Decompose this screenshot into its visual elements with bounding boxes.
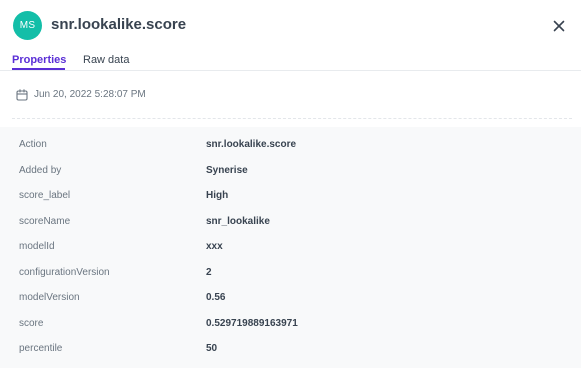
page-title: snr.lookalike.score <box>51 16 187 33</box>
property-value: 2 <box>206 266 212 278</box>
property-row: modelId xxx <box>0 235 581 260</box>
property-row: Action snr.lookalike.score <box>0 133 581 158</box>
close-button[interactable] <box>548 15 570 37</box>
active-tab-indicator <box>12 68 65 70</box>
property-value: snr.lookalike.score <box>206 139 297 150</box>
property-row: modelVersion 0.56 <box>0 286 581 311</box>
property-key: modelId <box>19 241 55 252</box>
property-key: Added by <box>19 164 62 176</box>
property-key: score <box>19 317 44 329</box>
tab-properties[interactable]: Properties <box>12 53 66 67</box>
close-icon <box>553 20 565 32</box>
property-key: Action <box>19 139 47 150</box>
property-row: scoreName snr_lookalike <box>0 210 581 235</box>
property-row: percentile 50 <box>0 337 581 362</box>
property-key: configurationVersion <box>19 266 110 278</box>
property-key: score_label <box>19 190 71 201</box>
property-value: Synerise <box>206 164 248 176</box>
property-value: snr_lookalike <box>206 215 270 227</box>
property-value: 0.529719889163971 <box>206 317 298 329</box>
panel-header: MS snr.lookalike.score <box>0 0 581 50</box>
property-value: xxx <box>206 241 223 252</box>
section-divider <box>12 118 572 119</box>
calendar-icon <box>16 89 28 101</box>
property-key: percentile <box>19 343 63 354</box>
property-value: High <box>206 190 229 201</box>
property-key: modelVersion <box>19 292 80 303</box>
property-row: configurationVersion 2 <box>0 261 581 286</box>
event-details-panel: MS snr.lookalike.score Properties Raw da… <box>0 0 581 368</box>
avatar: MS <box>13 11 42 40</box>
property-value: 50 <box>206 343 218 354</box>
property-row: score 0.529719889163971 <box>0 312 581 337</box>
tab-raw-data[interactable]: Raw data <box>83 53 129 67</box>
property-value: 0.56 <box>206 292 226 303</box>
tab-bar: Properties Raw data <box>0 50 581 71</box>
property-row: score_label High <box>0 184 581 209</box>
property-key: scoreName <box>19 215 71 227</box>
properties-table: Action snr.lookalike.score Added by Syne… <box>0 127 581 368</box>
event-datetime-text: Jun 20, 2022 5:28:07 PM <box>34 89 146 100</box>
property-row: Added by Synerise <box>0 159 581 184</box>
